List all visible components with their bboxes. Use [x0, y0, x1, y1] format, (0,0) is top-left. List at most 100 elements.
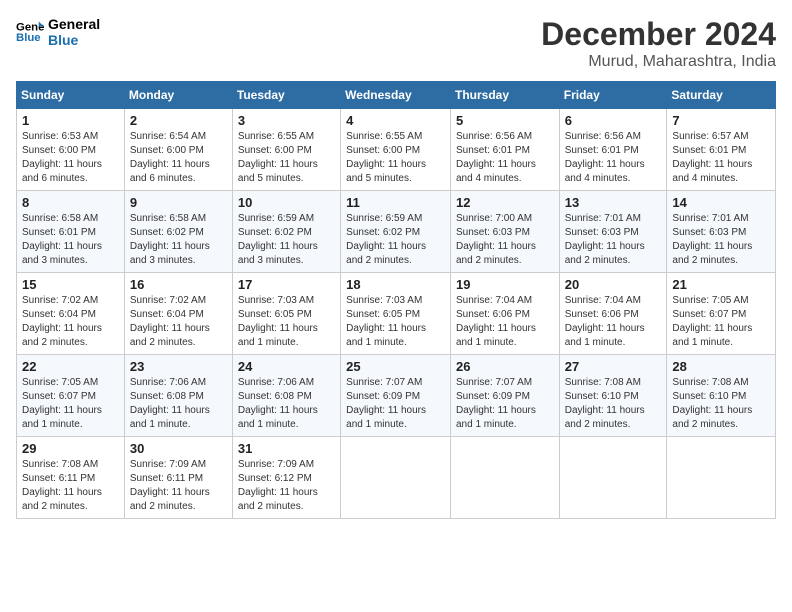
- day-info: Sunrise: 6:57 AM Sunset: 6:01 PM Dayligh…: [672, 130, 770, 186]
- day-info: Sunrise: 7:00 AM Sunset: 6:03 PM Dayligh…: [456, 212, 554, 268]
- day-info: Sunrise: 6:56 AM Sunset: 6:01 PM Dayligh…: [456, 130, 554, 186]
- day-number: 23: [130, 359, 227, 374]
- calendar-week-row: 1 Sunrise: 6:53 AM Sunset: 6:00 PM Dayli…: [17, 109, 776, 191]
- calendar-cell: 9 Sunrise: 6:58 AM Sunset: 6:02 PM Dayli…: [124, 191, 232, 273]
- calendar-cell: 4 Sunrise: 6:55 AM Sunset: 6:00 PM Dayli…: [341, 109, 451, 191]
- day-number: 5: [456, 113, 554, 128]
- day-number: 21: [672, 277, 770, 292]
- calendar-cell: 28 Sunrise: 7:08 AM Sunset: 6:10 PM Dayl…: [667, 355, 776, 437]
- calendar-cell: 21 Sunrise: 7:05 AM Sunset: 6:07 PM Dayl…: [667, 273, 776, 355]
- calendar-cell: 19 Sunrise: 7:04 AM Sunset: 6:06 PM Dayl…: [450, 273, 559, 355]
- day-number: 1: [22, 113, 119, 128]
- header-saturday: Saturday: [667, 82, 776, 109]
- calendar-cell: 15 Sunrise: 7:02 AM Sunset: 6:04 PM Dayl…: [17, 273, 125, 355]
- day-info: Sunrise: 7:04 AM Sunset: 6:06 PM Dayligh…: [456, 294, 554, 350]
- day-info: Sunrise: 7:02 AM Sunset: 6:04 PM Dayligh…: [22, 294, 119, 350]
- day-info: Sunrise: 7:01 AM Sunset: 6:03 PM Dayligh…: [565, 212, 662, 268]
- page-title: December 2024: [541, 16, 776, 53]
- day-info: Sunrise: 7:09 AM Sunset: 6:11 PM Dayligh…: [130, 458, 227, 514]
- calendar-cell: 8 Sunrise: 6:58 AM Sunset: 6:01 PM Dayli…: [17, 191, 125, 273]
- calendar-cell: 25 Sunrise: 7:07 AM Sunset: 6:09 PM Dayl…: [341, 355, 451, 437]
- day-info: Sunrise: 7:05 AM Sunset: 6:07 PM Dayligh…: [22, 376, 119, 432]
- day-info: Sunrise: 6:53 AM Sunset: 6:00 PM Dayligh…: [22, 130, 119, 186]
- header-tuesday: Tuesday: [232, 82, 340, 109]
- day-number: 4: [346, 113, 445, 128]
- day-info: Sunrise: 7:03 AM Sunset: 6:05 PM Dayligh…: [238, 294, 335, 350]
- day-number: 29: [22, 441, 119, 456]
- calendar-cell: 14 Sunrise: 7:01 AM Sunset: 6:03 PM Dayl…: [667, 191, 776, 273]
- calendar-week-row: 15 Sunrise: 7:02 AM Sunset: 6:04 PM Dayl…: [17, 273, 776, 355]
- calendar-week-row: 29 Sunrise: 7:08 AM Sunset: 6:11 PM Dayl…: [17, 437, 776, 519]
- calendar-cell: 24 Sunrise: 7:06 AM Sunset: 6:08 PM Dayl…: [232, 355, 340, 437]
- calendar-cell: 30 Sunrise: 7:09 AM Sunset: 6:11 PM Dayl…: [124, 437, 232, 519]
- calendar-cell: 23 Sunrise: 7:06 AM Sunset: 6:08 PM Dayl…: [124, 355, 232, 437]
- calendar-cell: [559, 437, 667, 519]
- day-info: Sunrise: 7:06 AM Sunset: 6:08 PM Dayligh…: [130, 376, 227, 432]
- day-number: 19: [456, 277, 554, 292]
- day-info: Sunrise: 7:08 AM Sunset: 6:10 PM Dayligh…: [565, 376, 662, 432]
- calendar-cell: [450, 437, 559, 519]
- day-info: Sunrise: 7:05 AM Sunset: 6:07 PM Dayligh…: [672, 294, 770, 350]
- calendar-cell: 11 Sunrise: 6:59 AM Sunset: 6:02 PM Dayl…: [341, 191, 451, 273]
- day-info: Sunrise: 7:07 AM Sunset: 6:09 PM Dayligh…: [456, 376, 554, 432]
- calendar-cell: 3 Sunrise: 6:55 AM Sunset: 6:00 PM Dayli…: [232, 109, 340, 191]
- calendar-cell: 1 Sunrise: 6:53 AM Sunset: 6:00 PM Dayli…: [17, 109, 125, 191]
- calendar-cell: 29 Sunrise: 7:08 AM Sunset: 6:11 PM Dayl…: [17, 437, 125, 519]
- day-info: Sunrise: 7:01 AM Sunset: 6:03 PM Dayligh…: [672, 212, 770, 268]
- page-header: General Blue General Blue December 2024 …: [16, 16, 776, 71]
- calendar-cell: 22 Sunrise: 7:05 AM Sunset: 6:07 PM Dayl…: [17, 355, 125, 437]
- day-number: 16: [130, 277, 227, 292]
- logo: General Blue General Blue: [16, 16, 100, 48]
- calendar-table: Sunday Monday Tuesday Wednesday Thursday…: [16, 81, 776, 519]
- day-info: Sunrise: 7:02 AM Sunset: 6:04 PM Dayligh…: [130, 294, 227, 350]
- calendar-cell: 20 Sunrise: 7:04 AM Sunset: 6:06 PM Dayl…: [559, 273, 667, 355]
- calendar-cell: 10 Sunrise: 6:59 AM Sunset: 6:02 PM Dayl…: [232, 191, 340, 273]
- day-info: Sunrise: 6:58 AM Sunset: 6:01 PM Dayligh…: [22, 212, 119, 268]
- day-info: Sunrise: 6:55 AM Sunset: 6:00 PM Dayligh…: [346, 130, 445, 186]
- calendar-cell: 17 Sunrise: 7:03 AM Sunset: 6:05 PM Dayl…: [232, 273, 340, 355]
- day-number: 31: [238, 441, 335, 456]
- day-info: Sunrise: 7:07 AM Sunset: 6:09 PM Dayligh…: [346, 376, 445, 432]
- day-number: 12: [456, 195, 554, 210]
- calendar-cell: 31 Sunrise: 7:09 AM Sunset: 6:12 PM Dayl…: [232, 437, 340, 519]
- svg-text:Blue: Blue: [16, 32, 41, 44]
- day-number: 2: [130, 113, 227, 128]
- day-number: 10: [238, 195, 335, 210]
- day-info: Sunrise: 7:09 AM Sunset: 6:12 PM Dayligh…: [238, 458, 335, 514]
- calendar-cell: [667, 437, 776, 519]
- calendar-cell: [341, 437, 451, 519]
- day-number: 17: [238, 277, 335, 292]
- day-info: Sunrise: 7:04 AM Sunset: 6:06 PM Dayligh…: [565, 294, 662, 350]
- day-info: Sunrise: 6:55 AM Sunset: 6:00 PM Dayligh…: [238, 130, 335, 186]
- calendar-cell: 2 Sunrise: 6:54 AM Sunset: 6:00 PM Dayli…: [124, 109, 232, 191]
- day-info: Sunrise: 7:03 AM Sunset: 6:05 PM Dayligh…: [346, 294, 445, 350]
- day-number: 18: [346, 277, 445, 292]
- calendar-week-row: 8 Sunrise: 6:58 AM Sunset: 6:01 PM Dayli…: [17, 191, 776, 273]
- calendar-cell: 18 Sunrise: 7:03 AM Sunset: 6:05 PM Dayl…: [341, 273, 451, 355]
- day-number: 20: [565, 277, 662, 292]
- day-number: 13: [565, 195, 662, 210]
- day-number: 25: [346, 359, 445, 374]
- page-subtitle: Murud, Maharashtra, India: [541, 53, 776, 71]
- logo-icon: General Blue: [16, 18, 44, 46]
- calendar-cell: 13 Sunrise: 7:01 AM Sunset: 6:03 PM Dayl…: [559, 191, 667, 273]
- title-area: December 2024 Murud, Maharashtra, India: [541, 16, 776, 71]
- day-info: Sunrise: 7:06 AM Sunset: 6:08 PM Dayligh…: [238, 376, 335, 432]
- calendar-cell: 6 Sunrise: 6:56 AM Sunset: 6:01 PM Dayli…: [559, 109, 667, 191]
- calendar-cell: 7 Sunrise: 6:57 AM Sunset: 6:01 PM Dayli…: [667, 109, 776, 191]
- day-info: Sunrise: 6:56 AM Sunset: 6:01 PM Dayligh…: [565, 130, 662, 186]
- day-number: 8: [22, 195, 119, 210]
- logo-line2: Blue: [48, 32, 100, 48]
- calendar-cell: 26 Sunrise: 7:07 AM Sunset: 6:09 PM Dayl…: [450, 355, 559, 437]
- day-number: 28: [672, 359, 770, 374]
- day-number: 27: [565, 359, 662, 374]
- header-friday: Friday: [559, 82, 667, 109]
- header-monday: Monday: [124, 82, 232, 109]
- day-info: Sunrise: 6:58 AM Sunset: 6:02 PM Dayligh…: [130, 212, 227, 268]
- day-number: 6: [565, 113, 662, 128]
- day-number: 11: [346, 195, 445, 210]
- day-info: Sunrise: 6:54 AM Sunset: 6:00 PM Dayligh…: [130, 130, 227, 186]
- header-thursday: Thursday: [450, 82, 559, 109]
- day-number: 24: [238, 359, 335, 374]
- logo-line1: General: [48, 16, 100, 32]
